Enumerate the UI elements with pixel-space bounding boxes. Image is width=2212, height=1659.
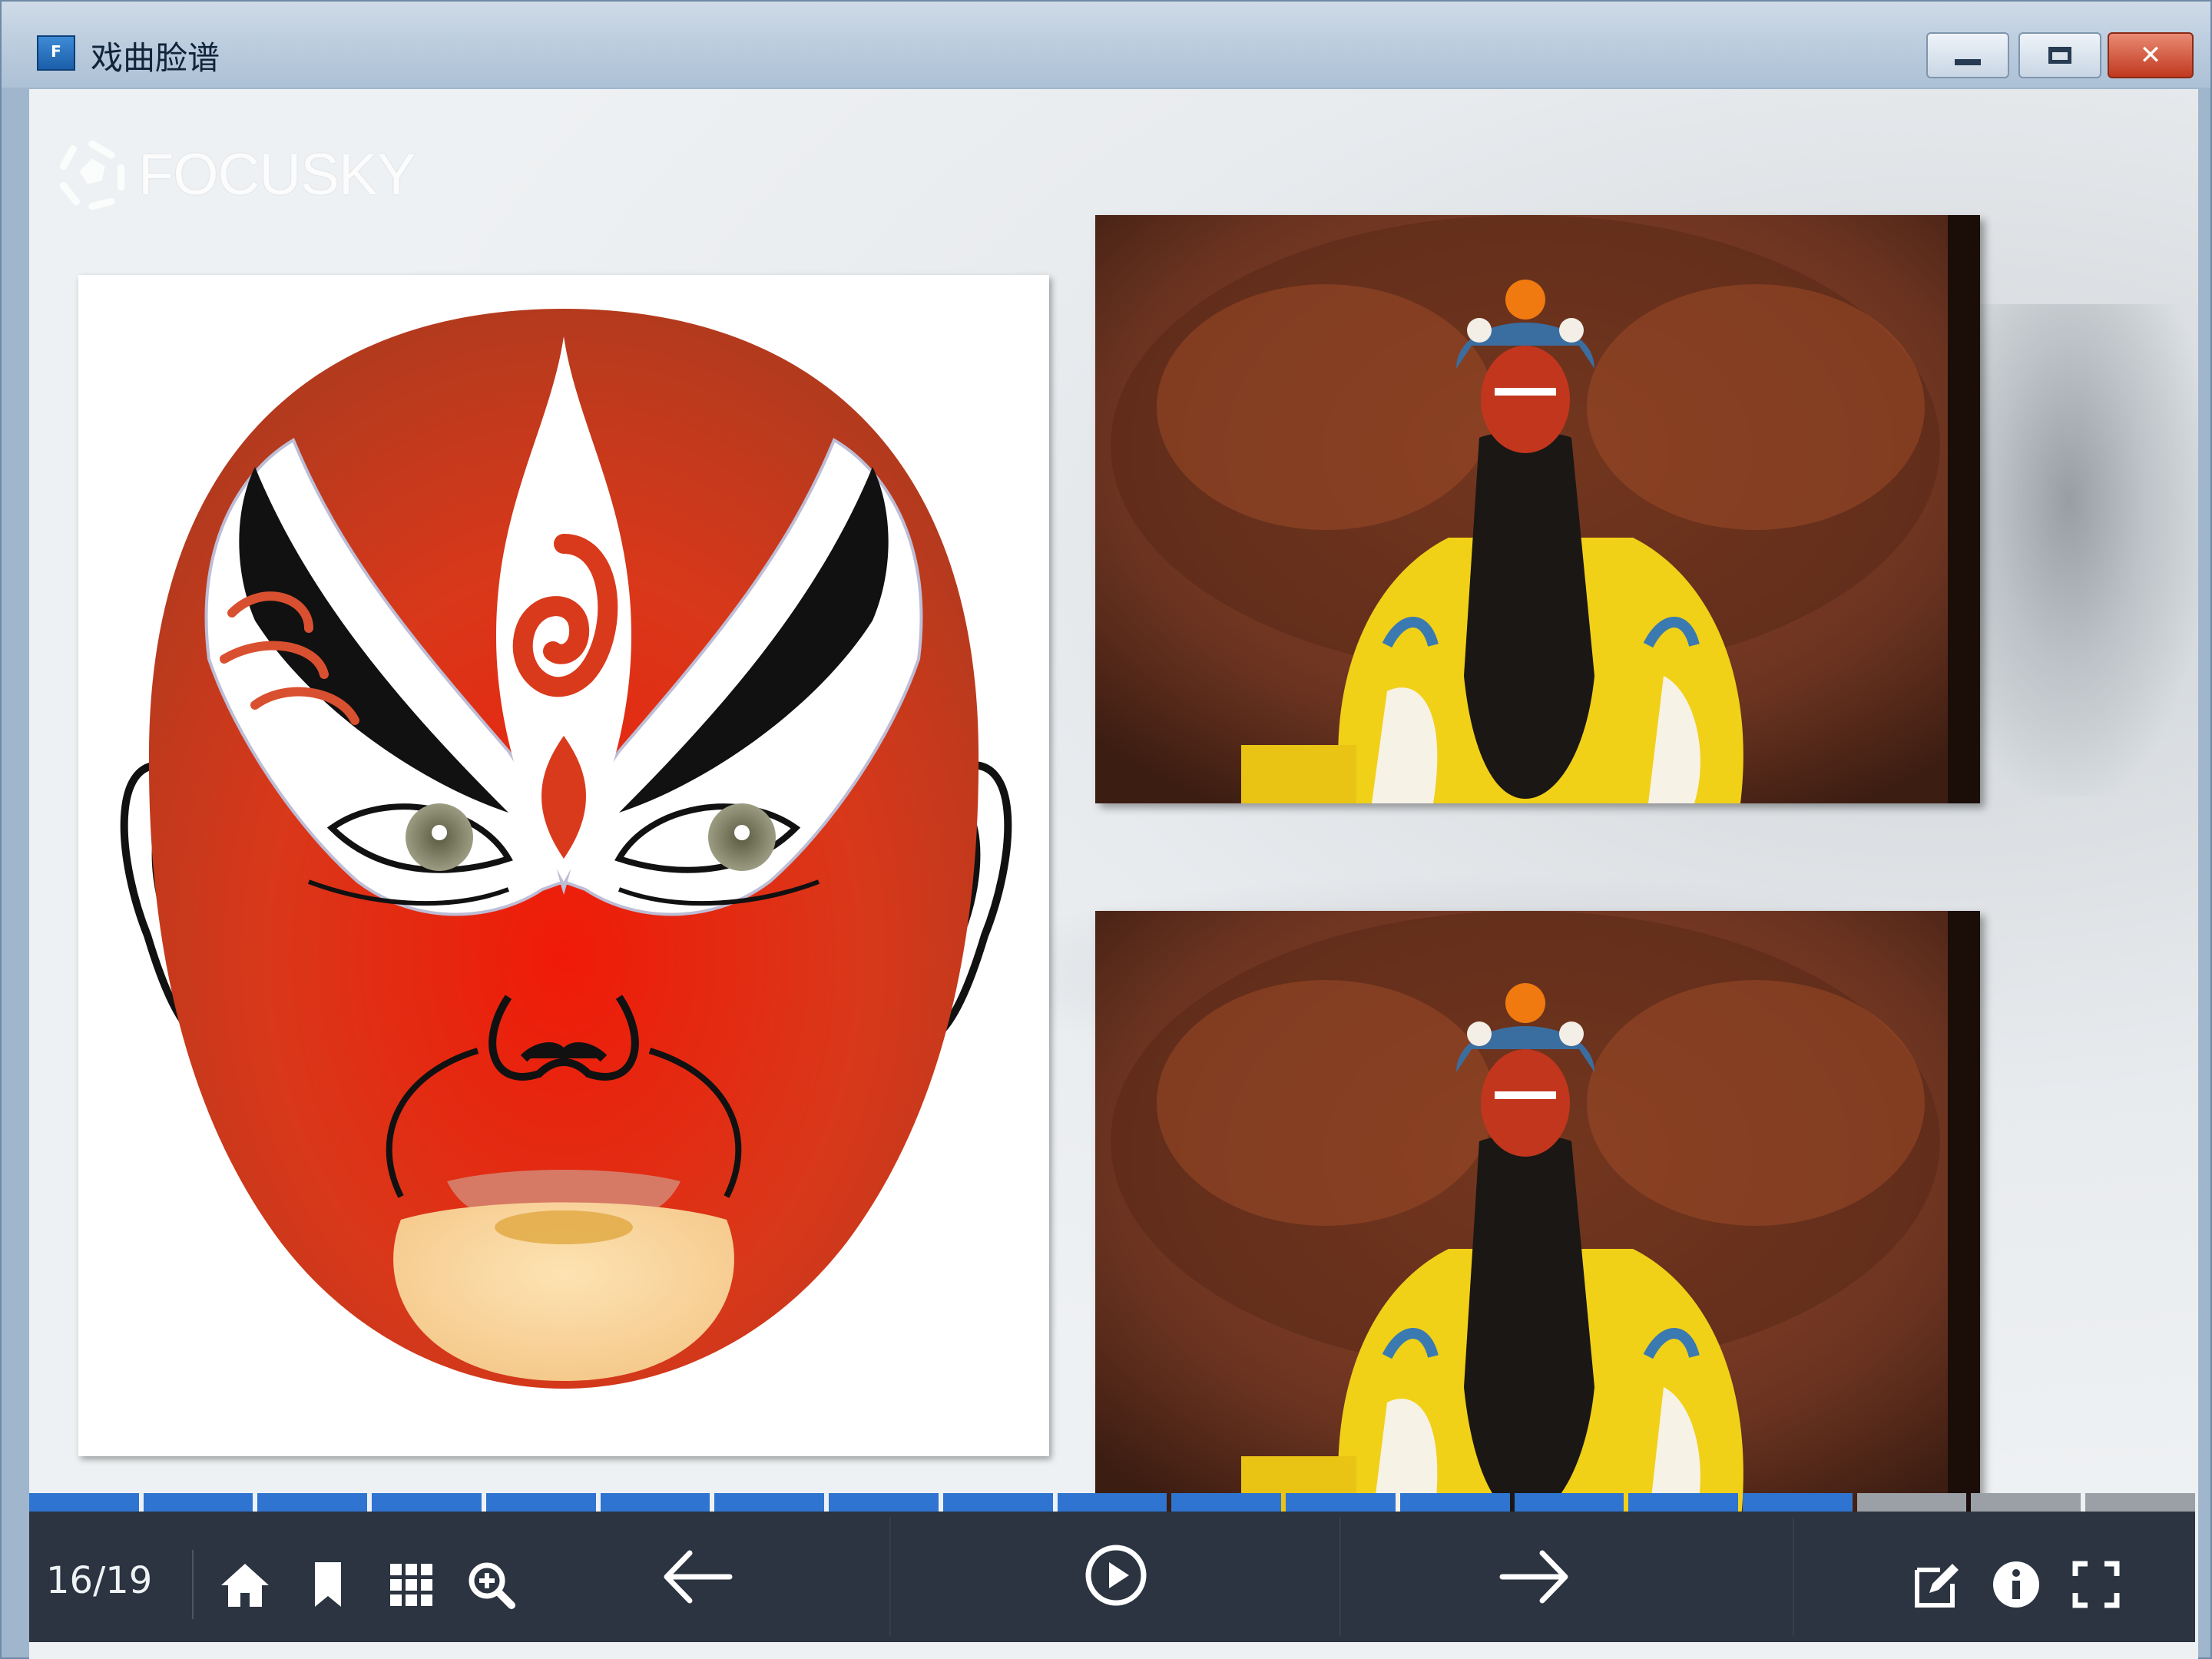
logo-text: FOCUSKY (138, 141, 416, 207)
progress-segment[interactable] (1514, 1493, 1624, 1512)
close-button[interactable]: ✕ (2108, 32, 2194, 78)
info-icon[interactable] (1989, 1558, 2043, 1611)
fullscreen-icon[interactable] (2069, 1558, 2123, 1611)
title-bar[interactable]: F 戏曲脸谱 ✕ (2, 2, 2210, 88)
progress-segment[interactable] (714, 1493, 825, 1512)
progress-segment[interactable] (1856, 1493, 1967, 1512)
arrow-left-icon[interactable] (659, 1542, 736, 1611)
home-icon[interactable] (218, 1558, 272, 1611)
performer-photo-image (1095, 215, 1980, 803)
progress-segment[interactable] (1057, 1493, 1167, 1512)
progress-segment[interactable] (1286, 1493, 1396, 1512)
arrow-right-icon[interactable] (1496, 1542, 1573, 1611)
progress-segment[interactable] (1971, 1493, 2081, 1512)
edit-icon[interactable] (1909, 1558, 1963, 1611)
toolbar-separator (889, 1518, 891, 1636)
progress-segment[interactable] (1743, 1493, 1853, 1512)
progress-segment[interactable] (372, 1493, 482, 1512)
minimize-icon (1955, 59, 1981, 65)
mask-illustration (120, 309, 1012, 1389)
maximize-button[interactable] (2018, 32, 2101, 78)
maximize-icon (2048, 47, 2071, 64)
opera-performer-photo-bottom[interactable] (1095, 911, 1980, 1525)
performer-photo-image (1095, 911, 1980, 1525)
grid-icon[interactable] (384, 1558, 438, 1611)
toolbar-divider (192, 1550, 194, 1619)
toolbar-separator (1793, 1518, 1794, 1636)
progress-segment[interactable] (1399, 1493, 1510, 1512)
window-title: 戏曲脸谱 (91, 39, 220, 77)
close-icon: ✕ (2139, 40, 2162, 71)
page-indicator: 16/19 (46, 1559, 153, 1602)
progress-segment[interactable] (2085, 1493, 2195, 1512)
progress-segment[interactable] (257, 1493, 368, 1512)
progress-segment[interactable] (143, 1493, 253, 1512)
zoom-in-icon[interactable] (464, 1558, 518, 1611)
progress-segment[interactable] (1628, 1493, 1739, 1512)
player-toolbar: 16/19 (29, 1512, 2195, 1642)
progress-segment[interactable] (29, 1493, 139, 1512)
minimize-button[interactable] (1926, 32, 2009, 78)
presentation-canvas[interactable]: FOCUSKY (29, 89, 2198, 1659)
background-mountain-ink (1980, 304, 2198, 796)
app-window: F 戏曲脸谱 ✕ FOCUSKY 16/19 (0, 0, 2212, 1659)
opera-mask-image[interactable] (78, 275, 1049, 1456)
bookmark-icon[interactable] (301, 1558, 355, 1611)
toolbar-separator (1339, 1518, 1341, 1636)
progress-segment[interactable] (829, 1493, 939, 1512)
focusky-logo-icon (59, 140, 125, 210)
slide-progress-bar[interactable] (29, 1493, 2195, 1512)
progress-segment[interactable] (600, 1493, 710, 1512)
progress-segment[interactable] (942, 1493, 1053, 1512)
focusky-logo: FOCUSKY (52, 132, 416, 217)
progress-segment[interactable] (485, 1493, 596, 1512)
play-icon[interactable] (1081, 1541, 1151, 1610)
app-icon: F (37, 35, 75, 71)
progress-segment[interactable] (1171, 1493, 1282, 1512)
opera-performer-photo-top[interactable] (1095, 215, 1980, 803)
